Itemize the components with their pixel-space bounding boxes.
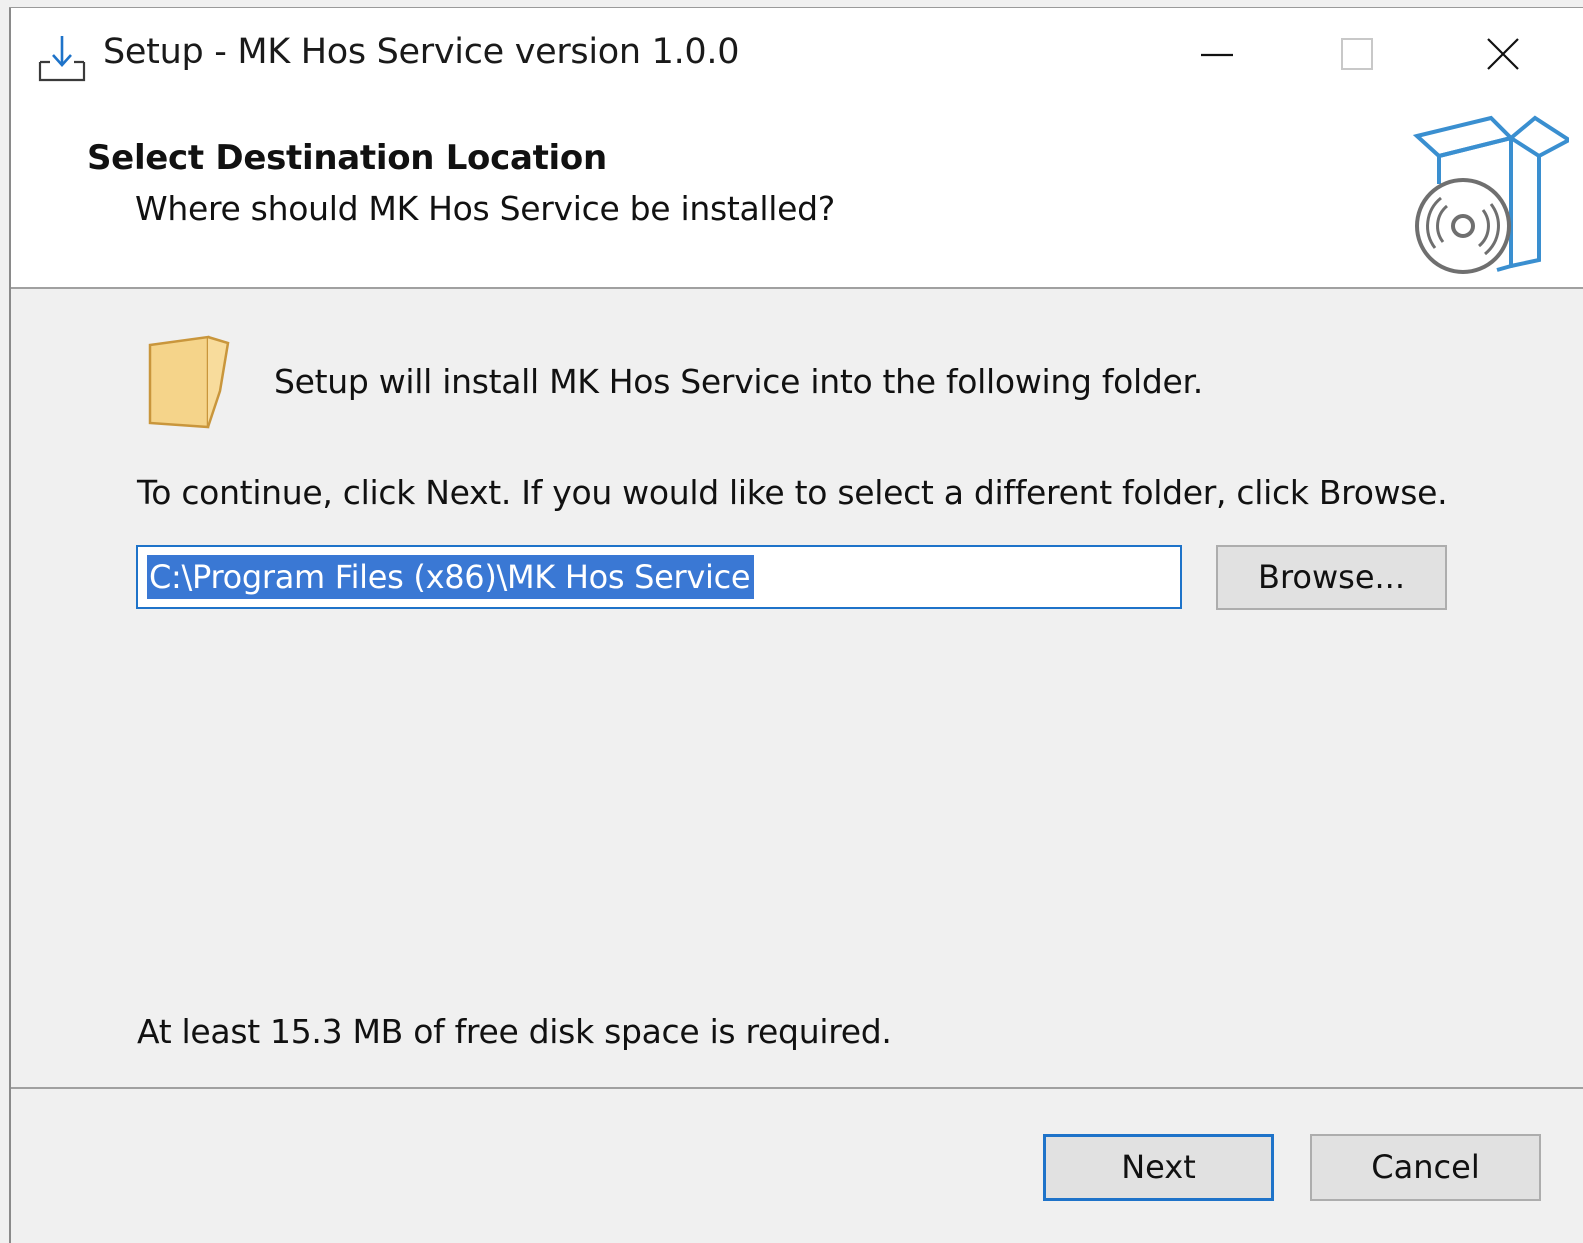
- maximize-icon: [1341, 38, 1373, 70]
- disk-space-text: At least 15.3 MB of free disk space is r…: [137, 1012, 892, 1051]
- folder-icon: [148, 335, 230, 429]
- setup-box-disc-icon: [1412, 115, 1569, 274]
- install-intro-text: Setup will install MK Hos Service into t…: [274, 362, 1203, 401]
- window-title: Setup - MK Hos Service version 1.0.0: [103, 32, 740, 72]
- wizard-header: Select Destination Location Where should…: [11, 100, 1583, 287]
- instructions-text: To continue, click Next. If you would li…: [137, 473, 1448, 512]
- maximize-button[interactable]: [1287, 8, 1427, 100]
- title-bar[interactable]: Setup - MK Hos Service version 1.0.0: [11, 8, 1583, 100]
- browse-button[interactable]: Browse...: [1216, 545, 1447, 610]
- destination-path-input[interactable]: C:\Program Files (x86)\MK Hos Service: [136, 545, 1182, 609]
- close-icon: [1487, 38, 1519, 70]
- page-subtitle: Where should MK Hos Service be installed…: [135, 189, 836, 228]
- destination-path-value[interactable]: C:\Program Files (x86)\MK Hos Service: [147, 555, 755, 599]
- next-button[interactable]: Next: [1043, 1134, 1274, 1201]
- header-divider: [11, 287, 1583, 289]
- setup-install-icon: [38, 36, 86, 82]
- footer-divider: [11, 1087, 1583, 1089]
- setup-window: Setup - MK Hos Service version 1.0.0 Sel…: [0, 0, 1583, 1243]
- minimize-icon: [1201, 53, 1233, 57]
- minimize-button[interactable]: [1147, 8, 1287, 100]
- page-title: Select Destination Location: [87, 138, 607, 178]
- cancel-button[interactable]: Cancel: [1310, 1134, 1541, 1201]
- close-button[interactable]: [1435, 8, 1575, 100]
